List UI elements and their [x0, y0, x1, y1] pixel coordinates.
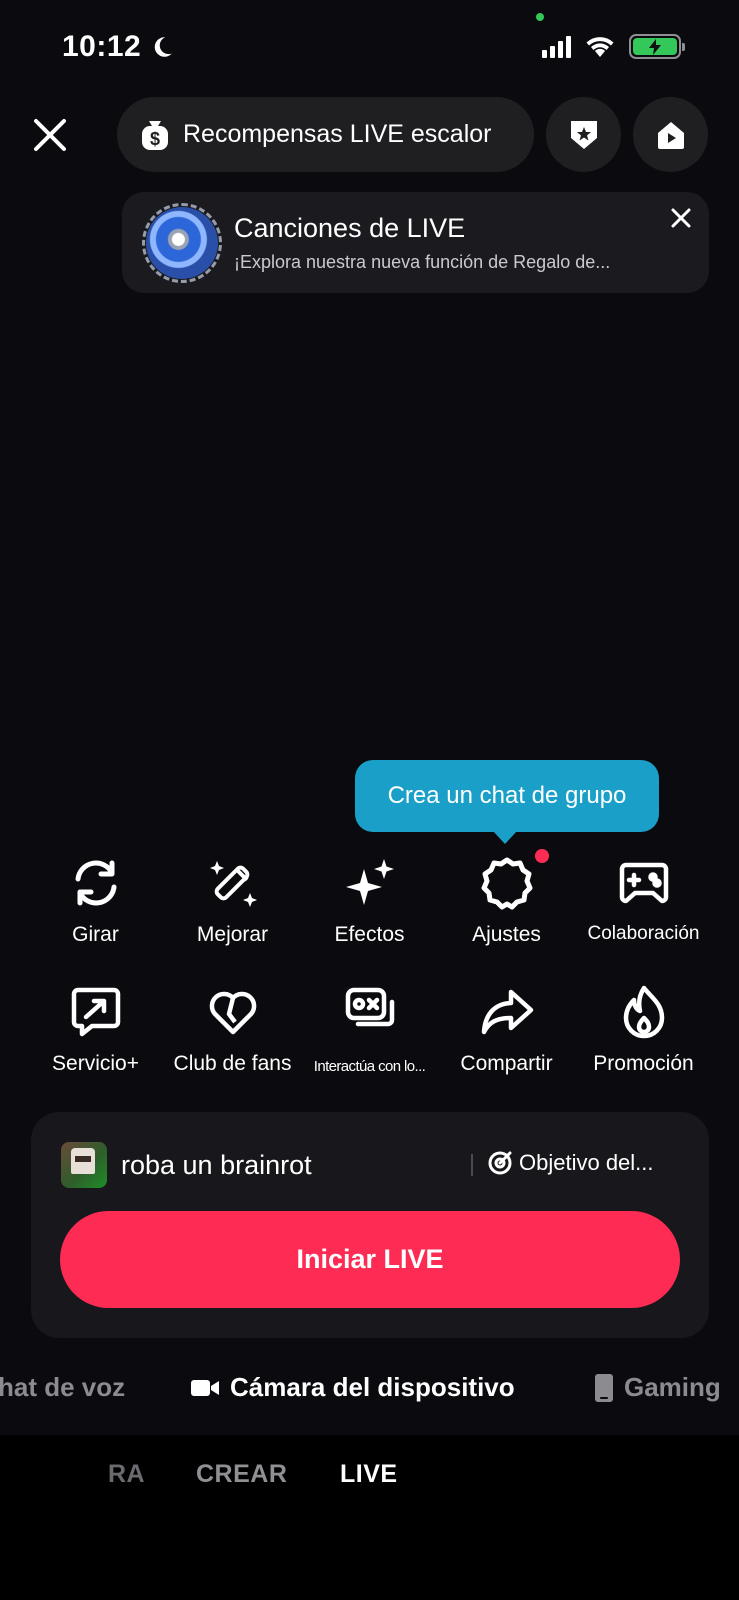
tool-interact[interactable]: Interactúa con lo... — [301, 982, 438, 1075]
tool-fan-club[interactable]: Club de fans — [164, 982, 301, 1076]
tool-rotate[interactable]: Girar — [27, 853, 164, 947]
source-label: Cámara del dispositivo — [230, 1372, 515, 1402]
tool-label: Ajustes — [472, 923, 541, 946]
gear-icon — [477, 849, 549, 913]
source-label: hat de voz — [0, 1372, 126, 1402]
source-tab-voice-chat[interactable]: hat de voz — [0, 1372, 125, 1403]
tool-share[interactable]: Compartir — [438, 982, 575, 1076]
svg-text:$: $ — [150, 129, 160, 149]
start-live-label: Iniciar LIVE — [296, 1244, 444, 1274]
tool-label: Efectos — [334, 923, 405, 946]
banner-subtitle: ¡Explora nuestra nueva función de Regalo… — [234, 251, 611, 272]
notification-dot — [534, 849, 549, 863]
interact-icon — [340, 982, 400, 1042]
tool-effects[interactable]: Efectos — [301, 853, 438, 947]
tool-promotion[interactable]: Promoción — [575, 982, 712, 1076]
mode-tab-create[interactable]: CREAR — [196, 1460, 287, 1489]
close-button[interactable] — [28, 113, 72, 157]
cover-thumbnail[interactable] — [61, 1142, 107, 1188]
video-camera-icon — [191, 1379, 219, 1396]
tool-label: Servicio+ — [52, 1052, 139, 1075]
goal-button[interactable]: Objetivo del... — [487, 1150, 654, 1176]
gamepad-icon — [614, 853, 674, 913]
rotate-icon — [66, 853, 126, 913]
tool-service[interactable]: Servicio+ — [27, 982, 164, 1076]
mode-label: LIVE — [340, 1460, 398, 1488]
money-bag-icon: $ — [142, 120, 168, 150]
banner-close-icon[interactable] — [669, 206, 693, 230]
tool-label: Colaboración — [587, 923, 700, 944]
goal-label: Objetivo del... — [519, 1150, 654, 1175]
source-label: Gaming — [624, 1372, 721, 1402]
rewards-button[interactable]: $ Recompensas LIVE escalor — [117, 97, 534, 172]
tool-enhance[interactable]: Mejorar — [164, 853, 301, 947]
camera-indicator-dot — [536, 13, 544, 21]
start-live-button[interactable]: Iniciar LIVE — [60, 1211, 680, 1308]
charging-bolt-icon — [649, 38, 661, 55]
status-time: 10:12 — [62, 30, 175, 64]
source-tab-device-camera[interactable]: Cámara del dispositivo — [190, 1372, 515, 1403]
live-title[interactable]: roba un brainrot — [121, 1150, 312, 1181]
mode-tab-live[interactable]: LIVE — [340, 1460, 398, 1489]
target-icon — [488, 1151, 512, 1175]
status-icons — [542, 34, 685, 59]
mode-tab-camera[interactable]: RA — [108, 1460, 145, 1489]
live-center-button[interactable] — [633, 97, 708, 172]
clock-text: 10:12 — [62, 30, 142, 63]
tool-collaboration[interactable]: Colaboración — [575, 853, 712, 945]
wifi-icon — [586, 36, 614, 57]
magic-wand-icon — [203, 853, 263, 913]
badge-button[interactable] — [546, 97, 621, 172]
source-tab-gaming[interactable]: Gaming — [594, 1372, 721, 1403]
heart-icon — [203, 982, 263, 1042]
tool-label: Interactúa con lo... — [313, 1058, 426, 1075]
cd-disc-icon — [142, 202, 222, 283]
songs-banner[interactable]: Canciones de LIVE ¡Explora nuestra nueva… — [122, 192, 709, 293]
mode-label: CREAR — [196, 1460, 288, 1488]
battery-icon — [629, 34, 685, 59]
mode-label: RA — [108, 1460, 146, 1488]
live-setup-card: roba un brainrot Objetivo del... Iniciar… — [31, 1112, 709, 1338]
close-icon — [34, 119, 66, 151]
signal-icon — [542, 35, 571, 58]
flame-icon — [614, 982, 674, 1042]
group-chat-tooltip[interactable]: Crea un chat de grupo — [355, 760, 659, 844]
house-play-icon — [657, 121, 684, 149]
tool-label: Promoción — [593, 1052, 694, 1075]
service-icon — [66, 982, 126, 1042]
tool-label: Club de fans — [173, 1052, 292, 1075]
tooltip-text: Crea un chat de grupo — [387, 782, 627, 809]
tool-label: Girar — [72, 923, 119, 946]
sparkles-icon — [340, 853, 400, 913]
banner-title: Canciones de LIVE — [234, 212, 466, 243]
tool-label: Mejorar — [196, 923, 269, 946]
tool-settings[interactable]: Ajustes — [438, 849, 575, 947]
divider — [471, 1154, 473, 1176]
share-icon — [477, 982, 537, 1042]
rewards-label: Recompensas LIVE escalor — [183, 120, 492, 148]
phone-icon — [595, 1373, 613, 1402]
shield-star-icon — [570, 120, 597, 149]
moon-icon — [154, 37, 172, 57]
tool-label: Compartir — [460, 1052, 553, 1075]
